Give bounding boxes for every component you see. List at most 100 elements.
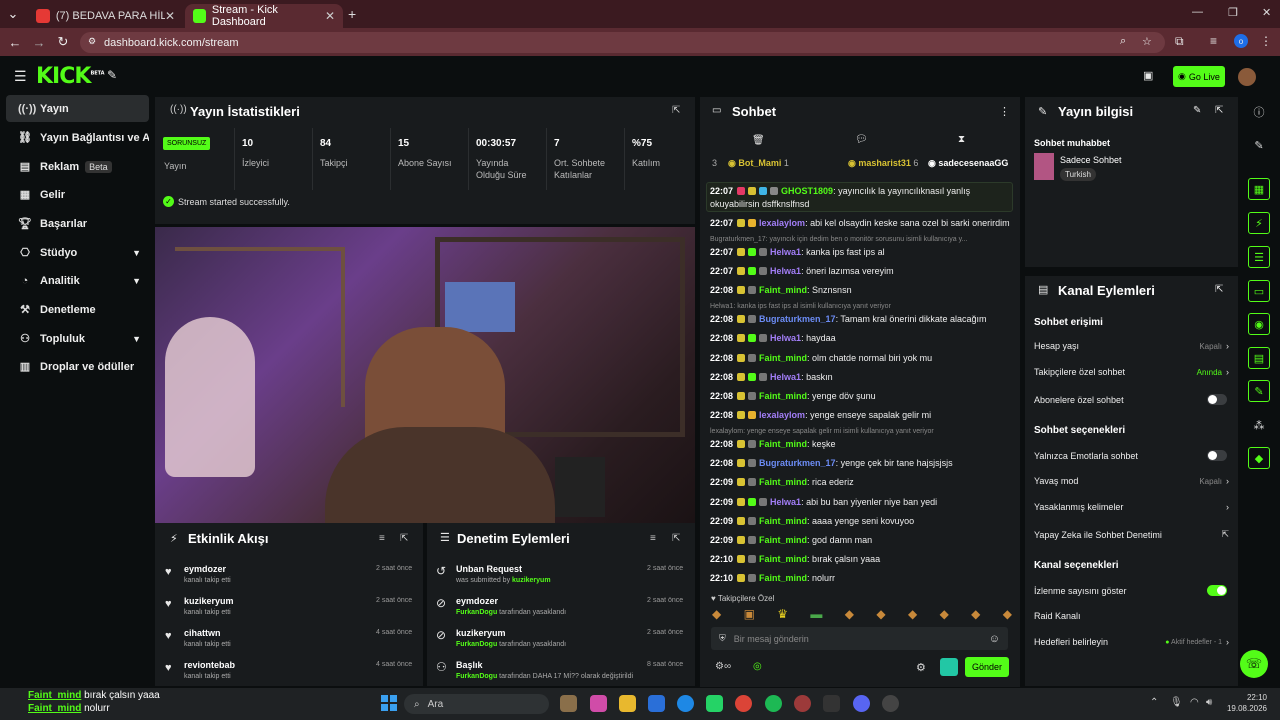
- sidebar-item-basarilar[interactable]: 🏆︎ Başarılar: [6, 210, 149, 237]
- emote[interactable]: ◆: [971, 607, 980, 623]
- terminal-icon[interactable]: [823, 695, 840, 712]
- browser-tab-2[interactable]: Stream - Kick Dashboard ✕: [185, 4, 343, 28]
- user-avatar[interactable]: [1238, 68, 1256, 86]
- microphone-icon[interactable]: 🎙︎: [1170, 697, 1183, 708]
- lightning-widget-icon[interactable]: ⚡︎: [1248, 212, 1270, 234]
- taskbar-clock[interactable]: 22:10 19.08.2026: [1225, 692, 1267, 714]
- extensions-icon[interactable]: ⧉: [1175, 34, 1184, 49]
- chat-widget-icon[interactable]: ▭: [1248, 280, 1270, 302]
- send-button[interactable]: Gönder: [965, 657, 1009, 677]
- volume-icon[interactable]: 🔊︎: [1206, 697, 1212, 708]
- emote-picker-icon[interactable]: [940, 658, 958, 676]
- edit-pencil-icon[interactable]: ✎: [1193, 105, 1201, 116]
- drops-icon[interactable]: ⁂: [1248, 414, 1270, 436]
- emote[interactable]: ◆: [1003, 607, 1012, 623]
- sidebar-item-yayin[interactable]: ((·)) Yayın: [6, 95, 149, 122]
- browser-tab-1[interactable]: (7) BEDAVA PARA HİLESİ BULUN ✕: [28, 4, 183, 28]
- new-tab-icon[interactable]: +: [348, 6, 356, 22]
- theater-icon[interactable]: ▣: [1143, 69, 1153, 82]
- settings-gear-icon[interactable]: ⚙: [916, 661, 926, 674]
- copilot-icon[interactable]: [590, 695, 607, 712]
- tag-widget-icon[interactable]: ◆: [1248, 447, 1270, 469]
- tray-chevron-icon[interactable]: ⌃: [1150, 697, 1158, 708]
- chat-menu-icon[interactable]: ⋮: [999, 105, 1010, 118]
- maximize-icon[interactable]: ❐: [1228, 6, 1238, 19]
- edge-icon[interactable]: [677, 695, 694, 712]
- sidebar-item-analitik[interactable]: ◔ Analitik ▼: [6, 267, 149, 294]
- sidebar-item-droplar[interactable]: ▥ Droplar ve ödüller: [6, 353, 149, 380]
- bookmark-star-icon[interactable]: ☆: [1142, 35, 1152, 48]
- slow-mode-row[interactable]: Yavaş mod Kapalı ›: [1034, 476, 1229, 486]
- subs-chat-toggle[interactable]: [1207, 394, 1227, 405]
- emoji-icon[interactable]: ☺: [989, 633, 1000, 645]
- emote-only-toggle[interactable]: [1207, 450, 1227, 461]
- go-live-button[interactable]: ◉ Go Live: [1173, 66, 1225, 87]
- wrench-widget-icon[interactable]: ✎: [1248, 380, 1270, 402]
- emote[interactable]: ♛: [777, 607, 788, 623]
- list-widget-icon[interactable]: ☰: [1248, 246, 1270, 268]
- tab-list-chevron-icon[interactable]: ⌄: [4, 6, 22, 22]
- window-close-icon[interactable]: ✕: [1262, 6, 1271, 19]
- popout-icon[interactable]: ⇱: [400, 533, 408, 544]
- reload-icon[interactable]: ↻: [54, 34, 72, 50]
- sidebar-item-stream-key[interactable]: ⛓Yayın Bağlantısı ve Anahtarı: [6, 124, 149, 151]
- task-view-icon[interactable]: [560, 695, 577, 712]
- tools-icon[interactable]: ✎: [107, 68, 117, 82]
- kick-bot-icon[interactable]: ◎: [753, 661, 762, 672]
- ai-moderation-row[interactable]: Yapay Zeka ile Sohbet Denetimi ⇱: [1034, 529, 1229, 540]
- emote[interactable]: ◆: [845, 607, 854, 623]
- stats-widget-icon[interactable]: ▦: [1248, 178, 1270, 200]
- chat-bubble-icon[interactable]: 💬︎: [855, 134, 868, 145]
- profile-avatar[interactable]: o: [1234, 34, 1248, 48]
- chat-tools-icon[interactable]: ⚙∞: [715, 661, 731, 672]
- chrome-active-icon[interactable]: [794, 695, 811, 712]
- sidebar-item-topluluk[interactable]: ⚇ Topluluk ▼: [6, 325, 149, 352]
- emote[interactable]: ◆: [712, 607, 721, 623]
- popout-icon[interactable]: ⇱: [1215, 284, 1223, 295]
- hourglass-icon[interactable]: ⧗: [958, 134, 965, 145]
- popout-icon[interactable]: ⇱: [672, 105, 680, 116]
- emote[interactable]: ▬: [810, 607, 822, 623]
- show-viewers-toggle[interactable]: [1207, 585, 1227, 596]
- followers-chat-row[interactable]: Takipçilere özel sohbet Anında ›: [1034, 367, 1229, 377]
- file-explorer-icon[interactable]: [619, 695, 636, 712]
- account-age-row[interactable]: Hesap yaşı Kapalı ›: [1034, 341, 1229, 351]
- forward-icon[interactable]: →: [30, 35, 48, 50]
- back-icon[interactable]: ←: [6, 35, 24, 50]
- site-info-icon[interactable]: ⚙: [88, 36, 96, 47]
- sidebar-item-gelir[interactable]: ▦ Gelir: [6, 181, 149, 208]
- taskbar-search[interactable]: ⌕ Ara: [404, 694, 549, 714]
- emote[interactable]: ◆: [940, 607, 949, 623]
- menu-dots-icon[interactable]: ⋮: [1260, 34, 1272, 48]
- trash-icon[interactable]: 🗑︎: [752, 135, 765, 146]
- kick-logo[interactable]: KICKBETA: [36, 64, 105, 89]
- emote[interactable]: ◆: [908, 607, 917, 623]
- obs-icon[interactable]: [882, 695, 899, 712]
- close-icon[interactable]: ✕: [165, 9, 175, 23]
- sidebar-item-denetleme[interactable]: ⚒ Denetleme: [6, 296, 149, 323]
- chat-input[interactable]: ⛨ Bir mesaj gönderin ☺: [711, 627, 1008, 650]
- windows-start-icon[interactable]: [381, 695, 397, 711]
- store-icon[interactable]: [648, 695, 665, 712]
- media-icon[interactable]: ≡: [1210, 34, 1217, 48]
- goals-row[interactable]: Hedefleri belirleyin ● Aktif hedefler - 1…: [1034, 637, 1229, 647]
- discord-icon[interactable]: [853, 695, 870, 712]
- sidebar-item-reklam[interactable]: ▤ Reklam Beta: [6, 153, 149, 180]
- popout-icon[interactable]: ⇱: [672, 533, 680, 544]
- support-chat-button[interactable]: ☏: [1240, 650, 1268, 678]
- emote[interactable]: ▣: [744, 607, 755, 623]
- chrome-icon[interactable]: [735, 695, 752, 712]
- actions-widget-icon[interactable]: ▤: [1248, 347, 1270, 369]
- filter-icon[interactable]: ≡: [379, 533, 385, 544]
- filter-icon[interactable]: ≡: [650, 533, 656, 544]
- emote[interactable]: ◆: [876, 607, 885, 623]
- info-icon[interactable]: ⓘ: [1248, 101, 1270, 123]
- broadcast-widget-icon[interactable]: ◉: [1248, 313, 1270, 335]
- sidebar-item-studyo[interactable]: ⎔ Stüdyo ▼: [6, 239, 149, 266]
- stream-preview-video[interactable]: [155, 227, 695, 523]
- spotify-icon[interactable]: [765, 695, 782, 712]
- hamburger-menu-icon[interactable]: ☰: [14, 68, 27, 85]
- banned-words-row[interactable]: Yasaklanmış kelimeler ›: [1034, 502, 1229, 512]
- zoom-icon[interactable]: ⌕: [1120, 35, 1126, 48]
- wifi-icon[interactable]: ◠: [1190, 697, 1199, 708]
